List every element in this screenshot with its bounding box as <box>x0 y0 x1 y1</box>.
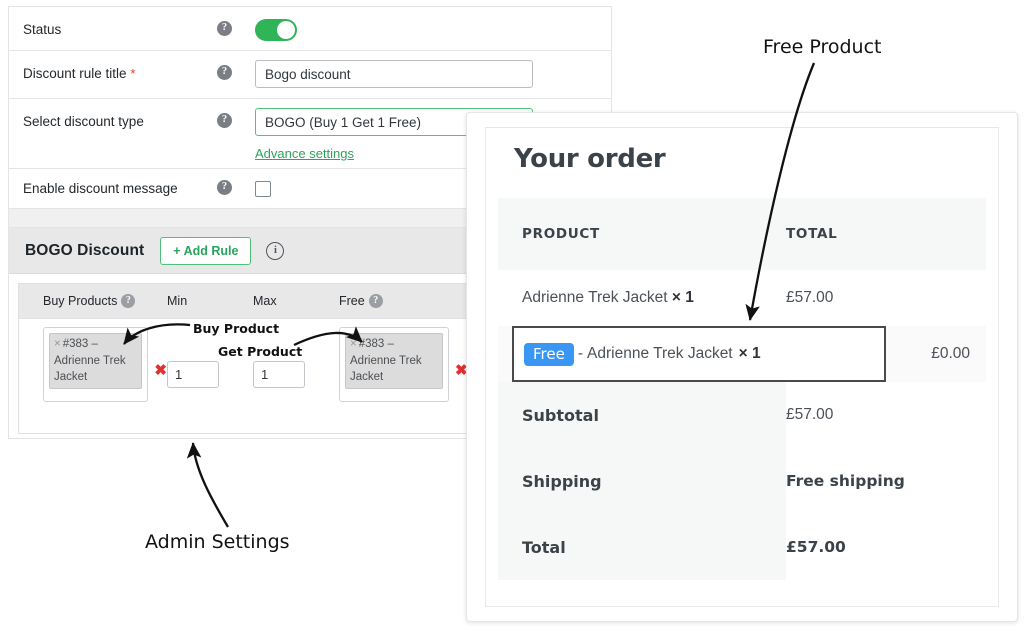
form-row-discount-title: Discount rule title * ? <box>9 51 611 99</box>
delete-buy-product-button[interactable]: ✖ <box>154 363 167 402</box>
annotation-admin-settings: Admin Settings <box>145 531 290 553</box>
help-icon[interactable]: ? <box>121 294 136 308</box>
discount-type-label-text: Select discount type <box>23 114 144 129</box>
status-label-text: Status <box>23 22 62 37</box>
toggle-knob <box>277 21 295 39</box>
discount-title-label: Discount rule title * <box>9 51 217 83</box>
order-line-product: Adrienne Trek Jacket × 1 <box>498 289 786 307</box>
order-line-quantity: × 1 <box>671 289 694 306</box>
admin-settings-arrow <box>186 442 229 528</box>
column-header-min: Min <box>167 294 253 308</box>
help-icon[interactable]: ? <box>217 21 232 36</box>
subtotal-label: Subtotal <box>522 405 599 425</box>
discount-title-help-cell: ? <box>217 51 255 80</box>
max-quantity-input[interactable] <box>253 361 305 388</box>
free-product-tag: × #383 – Adrienne Trek Jacket <box>345 333 443 390</box>
column-header-free-text: Free <box>339 294 365 308</box>
discount-rule-title-input[interactable] <box>255 60 533 88</box>
bogo-section-title: BOGO Discount <box>25 241 145 259</box>
order-column-product: PRODUCT <box>522 226 600 242</box>
add-rule-button[interactable]: + Add Rule <box>160 236 252 265</box>
status-label: Status <box>9 7 217 39</box>
buy-product-tag: × #383 – Adrienne Trek Jacket <box>49 333 143 390</box>
help-icon[interactable]: ? <box>217 180 232 195</box>
buy-product-name: Adrienne Trek Jacket <box>54 354 126 384</box>
help-icon[interactable]: ? <box>368 294 383 308</box>
buy-product-id: #383 – <box>62 338 98 350</box>
status-toggle[interactable] <box>255 19 297 41</box>
discount-message-label-text: Enable discount message <box>23 181 178 196</box>
info-icon[interactable]: i <box>266 241 285 260</box>
column-header-max: Max <box>253 294 339 308</box>
min-quantity-input[interactable] <box>167 361 219 388</box>
annotation-free-product: Free Product <box>763 36 882 58</box>
annotation-get-product: Get Product <box>218 344 303 359</box>
order-total-row-shipping: Shipping Free shipping <box>498 448 986 514</box>
order-line-free-name: Adrienne Trek Jacket <box>587 345 733 362</box>
help-icon[interactable]: ? <box>217 65 232 80</box>
status-control-cell <box>255 7 611 46</box>
discount-type-help-cell: ? <box>217 99 255 128</box>
shipping-label: Shipping <box>522 471 602 491</box>
free-product-select[interactable]: × #383 – Adrienne Trek Jacket <box>339 327 449 402</box>
column-header-max-text: Max <box>253 294 277 308</box>
discount-message-label: Enable discount message <box>9 169 217 198</box>
column-header-buy-products-text: Buy Products <box>43 294 118 308</box>
free-product-id: #383 – <box>358 338 394 350</box>
free-badge: Free <box>524 342 574 366</box>
discount-title-control-cell <box>255 51 611 88</box>
form-row-status: Status ? <box>9 7 611 51</box>
remove-tag-icon[interactable]: × <box>54 338 61 350</box>
required-asterisk: * <box>130 66 136 81</box>
discount-type-label: Select discount type <box>9 99 217 131</box>
order-line-item-free: Free - Adrienne Trek Jacket × 1 £0.00 <box>512 326 970 382</box>
order-line-product-name: Adrienne Trek Jacket <box>522 289 668 306</box>
order-table-header-row: PRODUCT TOTAL <box>498 198 986 270</box>
total-value: £57.00 <box>786 538 846 556</box>
your-order-inner-frame: Your order PRODUCT TOTAL Adrienne Trek J… <box>485 127 999 607</box>
advance-settings-link[interactable]: Advance settings <box>255 146 354 161</box>
subtotal-value: £57.00 <box>786 406 834 423</box>
discount-type-value: BOGO (Buy 1 Get 1 Free) <box>265 114 422 130</box>
help-icon[interactable]: ? <box>217 113 232 128</box>
order-line-total: £57.00 <box>786 289 834 306</box>
column-header-min-text: Min <box>167 294 188 308</box>
order-line-free-total: £0.00 <box>931 345 970 362</box>
order-line-item-free-wrapper: Free - Adrienne Trek Jacket × 1 £0.00 <box>498 326 986 382</box>
order-totals-section: Subtotal £57.00 Shipping Free shipping T… <box>498 382 986 580</box>
annotation-buy-product: Buy Product <box>193 321 280 336</box>
column-header-free: Free ? <box>339 294 439 308</box>
free-product-name: Adrienne Trek Jacket <box>350 354 422 384</box>
order-line-item: Adrienne Trek Jacket × 1 £57.00 <box>498 270 986 326</box>
order-title: Your order <box>514 144 666 174</box>
status-help-cell: ? <box>217 7 255 36</box>
discount-title-label-text: Discount rule title <box>23 66 127 81</box>
shipping-value: Free shipping <box>786 472 905 490</box>
buy-products-cell: × #383 – Adrienne Trek Jacket ✖ <box>19 327 167 402</box>
buy-product-select[interactable]: × #383 – Adrienne Trek Jacket <box>43 327 149 402</box>
order-column-total: TOTAL <box>786 226 838 242</box>
enable-discount-message-checkbox[interactable] <box>255 181 271 197</box>
remove-tag-icon[interactable]: × <box>350 338 357 350</box>
order-line-free-quantity: × 1 <box>738 345 761 362</box>
your-order-card: Your order PRODUCT TOTAL Adrienne Trek J… <box>466 112 1018 622</box>
discount-message-help-cell: ? <box>217 169 255 195</box>
order-summary-table: PRODUCT TOTAL Adrienne Trek Jacket × 1 £… <box>498 198 986 580</box>
order-line-free-prefix: - <box>577 345 584 362</box>
order-total-row-subtotal: Subtotal £57.00 <box>498 382 986 448</box>
order-total-row-total: Total £57.00 <box>498 514 986 580</box>
total-label: Total <box>522 537 566 557</box>
column-header-buy-products: Buy Products ? <box>19 294 167 308</box>
